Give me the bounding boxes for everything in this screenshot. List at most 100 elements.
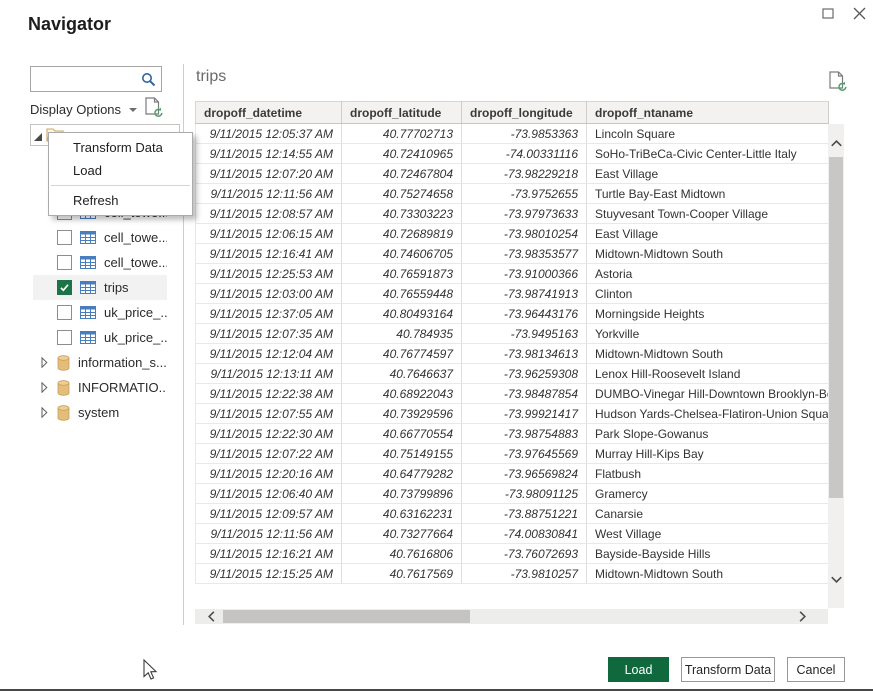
cell: Midtown-Midtown South	[587, 244, 829, 264]
header-row: dropoff_datetimedropoff_latitudedropoff_…	[196, 102, 829, 124]
cell: 40.76591873	[342, 264, 462, 284]
menu-separator	[51, 185, 190, 186]
tree-item-trips[interactable]: trips	[33, 275, 167, 300]
tree-item-label: trips	[104, 280, 129, 295]
tree-item-cell-towe[interactable]: cell_towe...	[33, 225, 167, 250]
cell: 40.73799896	[342, 484, 462, 504]
tree-item-label: uk_price_...	[104, 330, 167, 345]
cell: DUMBO-Vinegar Hill-Downtown Brooklyn-Boe…	[587, 384, 829, 404]
cell: Clinton	[587, 284, 829, 304]
refresh-preview-icon[interactable]	[145, 97, 163, 118]
tree-item-informatio[interactable]: INFORMATIO...	[33, 375, 167, 400]
table-checkbox[interactable]	[57, 330, 72, 345]
chevron-expanded-icon[interactable]	[34, 133, 42, 141]
cell: 40.75149155	[342, 444, 462, 464]
cell: 9/11/2015 12:11:56 AM	[196, 184, 342, 204]
cell: -73.9752655	[462, 184, 587, 204]
scroll-right-icon[interactable]	[794, 609, 810, 624]
cell: Astoria	[587, 264, 829, 284]
table-row: 9/11/2015 12:08:57 AM40.73303223-73.9797…	[196, 204, 829, 224]
horizontal-scroll-thumb[interactable]	[223, 610, 470, 623]
cell: 9/11/2015 12:07:22 AM	[196, 444, 342, 464]
cell: 9/11/2015 12:08:57 AM	[196, 204, 342, 224]
cell: -73.98754883	[462, 424, 587, 444]
cell: 40.75274658	[342, 184, 462, 204]
cell: Lenox Hill-Roosevelt Island	[587, 364, 829, 384]
table-row: 9/11/2015 12:07:22 AM40.75149155-73.9764…	[196, 444, 829, 464]
vertical-scroll-thumb[interactable]	[829, 157, 843, 498]
chevron-right-icon[interactable]	[41, 357, 48, 368]
table-icon	[80, 331, 96, 344]
menu-item-refresh[interactable]: Refresh	[49, 189, 192, 212]
tree-item-label: system	[78, 405, 119, 420]
maximize-button[interactable]	[818, 4, 838, 22]
cell: 40.76774597	[342, 344, 462, 364]
table-row: 9/11/2015 12:22:38 AM40.68922043-73.9848…	[196, 384, 829, 404]
cell: 40.72410965	[342, 144, 462, 164]
table-checkbox[interactable]	[57, 305, 72, 320]
table-icon	[80, 256, 96, 269]
cell: 40.73929596	[342, 404, 462, 424]
cell: 40.63162231	[342, 504, 462, 524]
cell: 40.73303223	[342, 204, 462, 224]
menu-item-transform-data[interactable]: Transform Data	[49, 136, 192, 159]
load-button[interactable]: Load	[608, 657, 669, 682]
table-checkbox[interactable]	[57, 230, 72, 245]
cell: 40.72467804	[342, 164, 462, 184]
table-row: 9/11/2015 12:13:11 AM40.7646637-73.96259…	[196, 364, 829, 384]
scroll-up-icon[interactable]	[829, 136, 843, 150]
maximize-icon	[822, 8, 834, 19]
table-row: 9/11/2015 12:15:25 AM40.7617569-73.98102…	[196, 564, 829, 584]
table-row: 9/11/2015 12:09:57 AM40.63162231-73.8875…	[196, 504, 829, 524]
cell: -73.97973633	[462, 204, 587, 224]
tree-item-system[interactable]: system	[33, 400, 167, 425]
display-options-dropdown[interactable]: Display Options	[30, 99, 137, 119]
chevron-right-icon[interactable]	[41, 382, 48, 393]
context-menu: Transform DataLoad Refresh	[48, 132, 193, 216]
horizontal-scrollbar[interactable]	[195, 609, 828, 624]
cell: -73.91000366	[462, 264, 587, 284]
cell: SoHo-TriBeCa-Civic Center-Little Italy	[587, 144, 829, 164]
database-icon	[57, 380, 70, 396]
table-icon	[80, 306, 96, 319]
scroll-down-icon[interactable]	[829, 572, 843, 586]
dialog-title: Navigator	[28, 14, 111, 35]
close-button[interactable]	[849, 4, 869, 22]
cell: Turtle Bay-East Midtown	[587, 184, 829, 204]
tree-item-label: INFORMATIO...	[78, 380, 167, 395]
cell: 40.80493164	[342, 304, 462, 324]
cell: 40.7646637	[342, 364, 462, 384]
table-row: 9/11/2015 12:03:00 AM40.76559448-73.9874…	[196, 284, 829, 304]
preview-table: dropoff_datetimedropoff_latitudedropoff_…	[195, 101, 829, 584]
tree-item-uk-price[interactable]: uk_price_...	[33, 300, 167, 325]
cell: 9/11/2015 12:06:15 AM	[196, 224, 342, 244]
column-header-dropoff_longitude: dropoff_longitude	[462, 102, 587, 124]
tree-item-cell-towe[interactable]: cell_towe...	[33, 250, 167, 275]
tree-item-information-s[interactable]: information_s...	[33, 350, 167, 375]
chevron-right-icon[interactable]	[41, 407, 48, 418]
tree-item-uk-price[interactable]: uk_price_...	[33, 325, 167, 350]
cell: -73.99921417	[462, 404, 587, 424]
cell: -73.96443176	[462, 304, 587, 324]
cell: Hudson Yards-Chelsea-Flatiron-Union Squa…	[587, 404, 829, 424]
table-row: 9/11/2015 12:16:21 AM40.7616806-73.76072…	[196, 544, 829, 564]
cell: 40.74606705	[342, 244, 462, 264]
refresh-preview-icon[interactable]	[829, 71, 847, 92]
table-row: 9/11/2015 12:07:20 AM40.72467804-73.9822…	[196, 164, 829, 184]
search-icon[interactable]	[141, 72, 156, 87]
menu-item-load[interactable]: Load	[49, 159, 192, 182]
cell: -73.98010254	[462, 224, 587, 244]
cell: 9/11/2015 12:06:40 AM	[196, 484, 342, 504]
scroll-left-icon[interactable]	[203, 609, 219, 624]
table-icon	[80, 231, 96, 244]
table-checkbox[interactable]	[57, 255, 72, 270]
cell: Canarsie	[587, 504, 829, 524]
search-input[interactable]	[36, 69, 140, 91]
cancel-button[interactable]: Cancel	[787, 657, 845, 682]
vertical-scrollbar[interactable]	[828, 124, 844, 608]
table-checkbox[interactable]	[57, 280, 72, 295]
cell: 9/11/2015 12:37:05 AM	[196, 304, 342, 324]
display-options-label: Display Options	[30, 102, 121, 117]
transform-data-button[interactable]: Transform Data	[681, 657, 775, 682]
mouse-cursor	[143, 659, 158, 681]
